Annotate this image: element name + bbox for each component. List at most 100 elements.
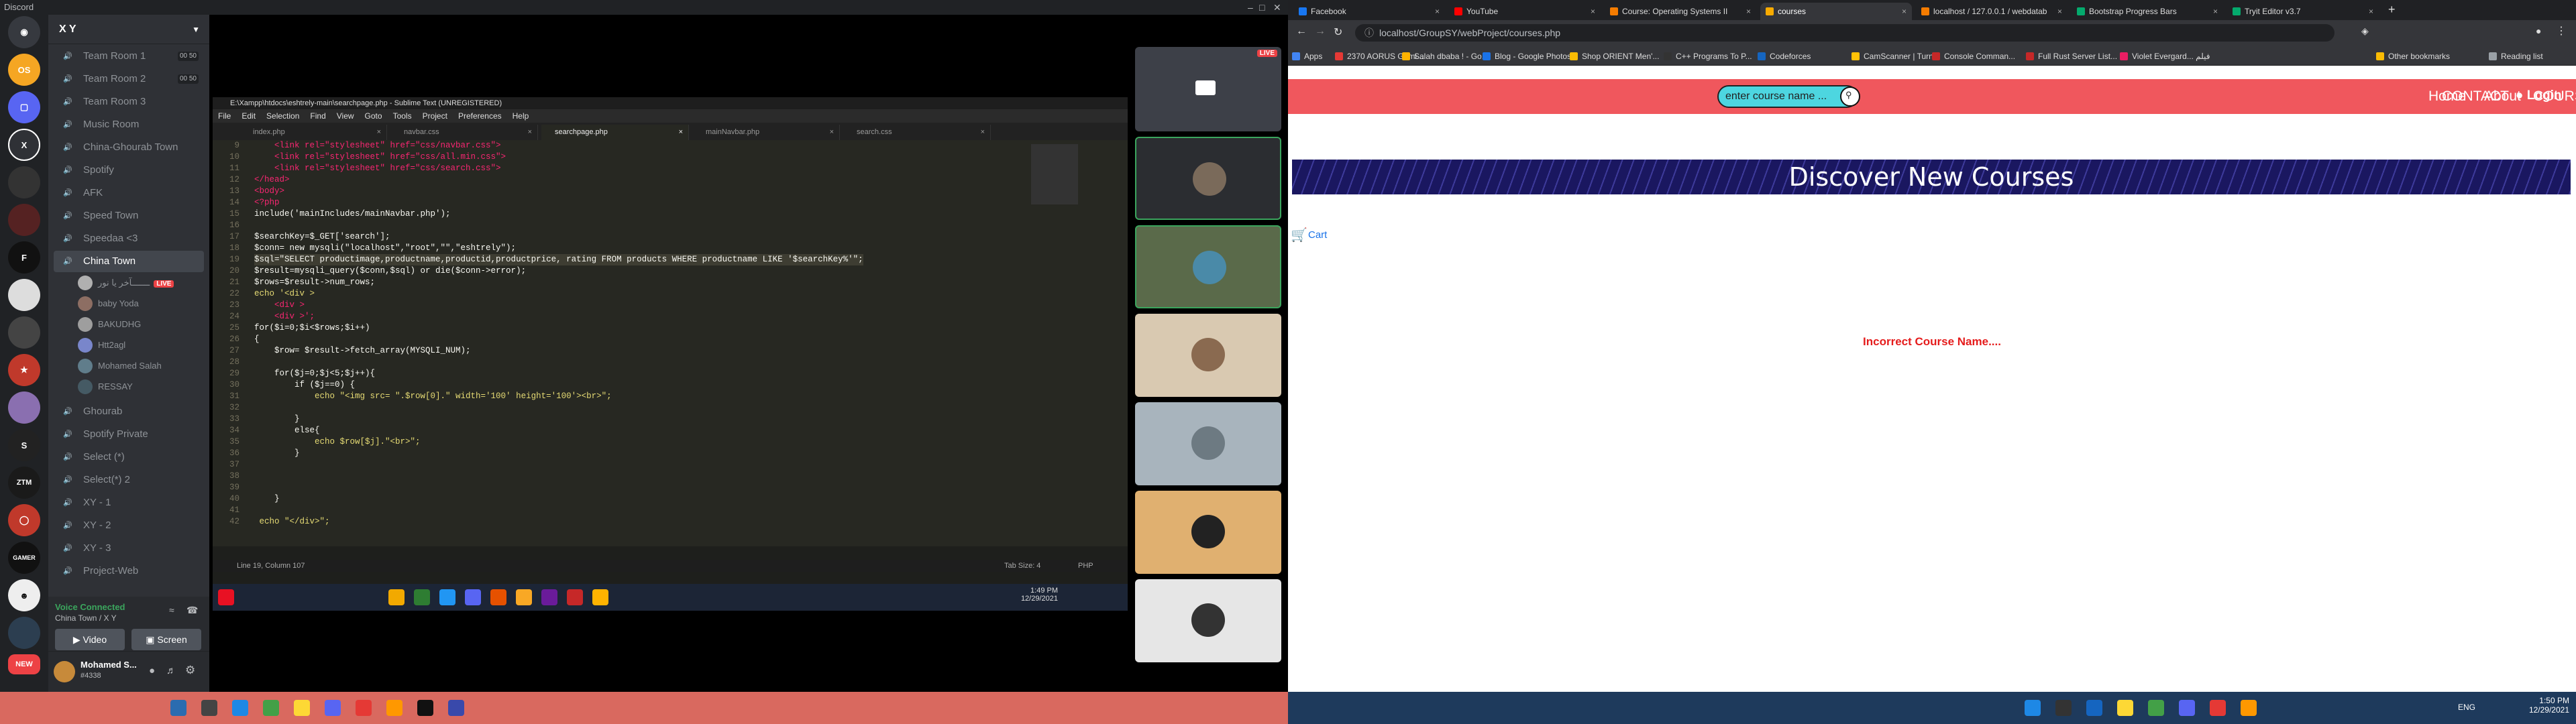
back-icon[interactable]: ← [1296,25,1307,38]
app-icon[interactable] [2241,700,2257,716]
menu-item[interactable]: Tools [393,111,412,121]
search-icon[interactable] [201,700,217,716]
video-tile[interactable] [1135,225,1281,308]
cart-link[interactable]: 🛒 Cart [1288,227,1355,245]
minimize-icon[interactable]: – [1248,0,1253,15]
app-icon[interactable] [2148,700,2164,716]
close-icon[interactable]: × [2369,3,2373,20]
bookmark[interactable]: Apps [1292,51,1322,62]
editor-tab[interactable]: mainNavbar.php × [692,125,840,140]
nav-contact[interactable]: CONTACT [2442,88,2509,105]
app-icon[interactable] [356,700,372,716]
code-editor[interactable]: 9 10 11 12 13 14 15 16 17 18 19 20 21 22 23 24 25 26 27 28 2… [213,140,1128,546]
menu-item[interactable]: Edit [241,111,256,121]
server-icon-xy[interactable]: X [8,129,40,161]
close-icon[interactable]: × [2057,3,2062,20]
voice-user[interactable]: RESSAY [78,377,133,396]
app-icon[interactable] [448,700,464,716]
tab-size[interactable]: Tab Size: 4 [1004,560,1040,572]
app-icon[interactable] [2210,700,2226,716]
forward-icon[interactable]: → [1315,25,1326,38]
voice-channel[interactable]: 🔊 Team Room 1 00 50 [54,46,204,67]
voice-user[interactable]: Mohamed Salah [78,357,162,375]
browser-tab[interactable]: courses × [1760,3,1912,20]
voice-channel[interactable]: 🔊 AFK [54,182,204,204]
stream-preview[interactable]: LIVE [1135,47,1281,131]
browser-tab[interactable]: localhost / 127.0.0.1 / webdatab × [1916,3,2068,20]
discord-home-icon[interactable]: ◉ [8,16,40,48]
voice-user[interactable]: Htt2agl [78,336,125,355]
new-badge[interactable]: NEW [8,654,40,674]
app-icon[interactable] [294,700,310,716]
browser-tab[interactable]: Bootstrap Progress Bars × [2072,3,2223,20]
menu-item[interactable]: File [218,111,231,121]
noise-suppression-icon[interactable]: ≈ [169,605,174,615]
menu-icon[interactable]: ⋮ [2556,24,2567,38]
clock[interactable]: 1:50 PM 12/29/2021 [2522,696,2569,715]
nav-login[interactable]: ● Login [2516,88,2561,103]
bookmark[interactable]: Console Comman... [1932,51,2015,62]
maximize-icon[interactable]: □ [1259,0,1265,15]
menu-item[interactable]: Find [310,111,325,121]
bookmark[interactable]: Salah dbaba ! - Go... [1402,51,1489,62]
other-bookmarks[interactable]: Other bookmarks [2376,51,2450,62]
voice-channel[interactable]: 🔊 Project-Web [54,560,204,582]
profile-icon[interactable]: ● [2536,25,2541,36]
close-icon[interactable]: ✕ [1273,0,1281,15]
info-icon[interactable]: ⓘ [1364,24,1374,42]
close-icon[interactable]: × [981,125,985,140]
minimap[interactable] [1031,144,1078,204]
voice-user[interactable]: baby Yoda [78,294,139,313]
editor-tab[interactable]: index.php × [239,125,387,140]
menu-item[interactable]: Goto [365,111,382,121]
extensions-icon[interactable]: ◈ [2361,25,2369,37]
server-icon[interactable] [8,279,40,311]
voice-channel[interactable]: 🔊 Spotify Private [54,424,204,445]
voice-channel[interactable]: 🔊 XY - 1 [54,492,204,514]
close-icon[interactable]: × [1435,3,1440,20]
server-icon[interactable]: ☻ [8,579,40,611]
video-tile[interactable] [1135,491,1281,574]
browser-tab[interactable]: YouTube × [1449,3,1601,20]
bookmark[interactable]: Shop ORIENT Men'... [1570,51,1659,62]
voice-channel[interactable]: 🔊 Select(*) 2 [54,469,204,491]
voice-channel[interactable]: 🔊 XY - 2 [54,515,204,536]
server-icon[interactable]: ★ [8,354,40,386]
close-icon[interactable]: × [1591,3,1595,20]
voice-channel[interactable]: 🔊 Speed Town [54,205,204,227]
app-icon[interactable] [263,700,279,716]
video-tile[interactable] [1135,314,1281,397]
editor-tab[interactable]: searchpage.php × [541,125,689,140]
chevron-down-icon[interactable]: ▼ [192,15,200,44]
language-indicator[interactable]: ENG [2458,703,2475,712]
voice-channel[interactable]: 🔊 Ghourab [54,401,204,422]
app-icon[interactable] [2086,700,2102,716]
voice-channel[interactable]: 🔊 Music Room [54,114,204,135]
server-icon[interactable] [8,316,40,349]
server-icon-os[interactable]: OS [8,54,40,86]
app-icon[interactable] [417,700,433,716]
voice-location[interactable]: China Town / X Y [55,613,117,623]
new-tab-icon[interactable]: + [2388,3,2396,17]
app-icon[interactable] [2179,700,2195,716]
address-bar[interactable]: ⓘ localhost/GroupSY/webProject/courses.ph… [1355,24,2334,42]
avatar[interactable] [54,661,75,682]
server-icon[interactable] [8,166,40,198]
menu-item[interactable]: Selection [266,111,299,121]
video-tile[interactable] [1135,137,1281,220]
voice-channel[interactable]: 🔊 Select (*) [54,446,204,468]
video-tile[interactable] [1135,579,1281,662]
microphone-icon[interactable]: ● [149,665,155,676]
reading-list[interactable]: Reading list [2489,51,2543,62]
menu-item[interactable]: Help [513,111,529,121]
syntax-label[interactable]: PHP [1078,560,1093,572]
course-search-input[interactable]: enter course name ... [1717,85,1858,108]
close-icon[interactable]: × [830,125,834,140]
server-icon[interactable]: ZTM [8,467,40,499]
voice-channel[interactable]: 🔊 Speedaa <3 [54,228,204,249]
close-icon[interactable]: × [2213,3,2218,20]
browser-tab[interactable]: Facebook × [1293,3,1445,20]
voice-channel[interactable]: 🔊 Spotify [54,160,204,181]
close-icon[interactable]: × [679,125,683,140]
app-icon[interactable] [2117,700,2133,716]
